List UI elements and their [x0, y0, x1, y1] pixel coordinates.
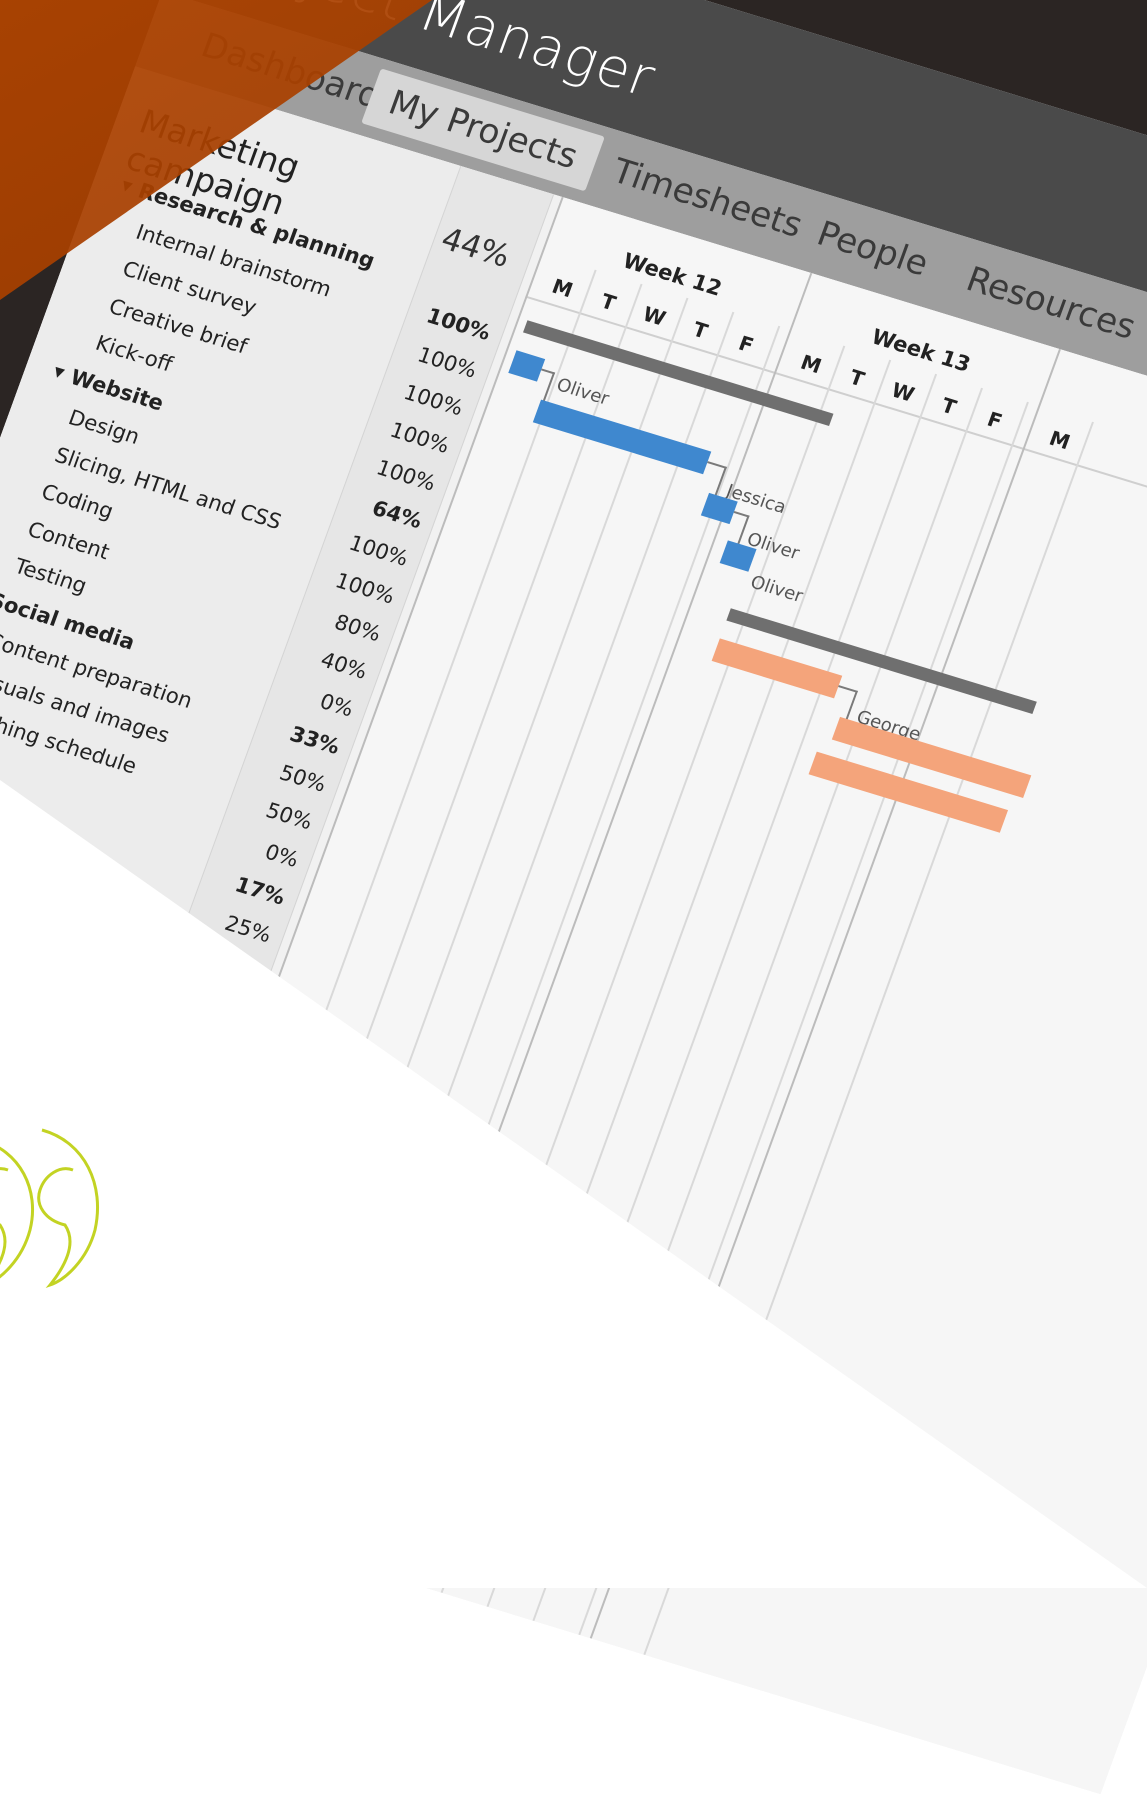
- closing-quote-icon: [0, 1128, 100, 1289]
- task-label: Kick-off: [92, 330, 176, 377]
- task-item[interactable]: Design: [65, 405, 143, 449]
- day-label: F: [735, 330, 757, 358]
- task-item[interactable]: Testing: [11, 554, 90, 598]
- day-label: M: [548, 273, 577, 303]
- task-label: Content: [24, 516, 113, 564]
- caret-down-icon[interactable]: ▼: [52, 364, 67, 381]
- task-label: Slicing, HTML and CSS: [51, 442, 285, 534]
- day-label: F: [984, 406, 1006, 434]
- task-item[interactable]: Kick-off: [92, 331, 175, 377]
- task-label: Testing: [11, 553, 91, 599]
- day-label: M: [797, 349, 825, 379]
- task-item[interactable]: Slicing, HTML and CSS: [52, 442, 285, 533]
- task-label: Coding: [38, 479, 117, 524]
- day-label: W: [639, 301, 670, 331]
- day-label: T: [846, 364, 868, 392]
- task-assignee: Oliver: [747, 571, 806, 607]
- day-label: T: [689, 316, 711, 344]
- task-item[interactable]: Coding: [38, 480, 116, 524]
- day-label: M: [1046, 425, 1074, 455]
- task-label: Design: [65, 405, 143, 449]
- week-label: Week 12: [619, 248, 725, 301]
- week-label: Week 13: [868, 324, 974, 377]
- bar-internal-brainstorm[interactable]: [508, 350, 546, 382]
- task-item[interactable]: Content: [25, 517, 113, 564]
- day-label: W: [888, 377, 918, 407]
- task-assignee: Oliver: [553, 374, 612, 410]
- day-label: T: [597, 288, 620, 316]
- bar-client-survey[interactable]: [532, 399, 712, 475]
- day-label: T: [938, 392, 960, 420]
